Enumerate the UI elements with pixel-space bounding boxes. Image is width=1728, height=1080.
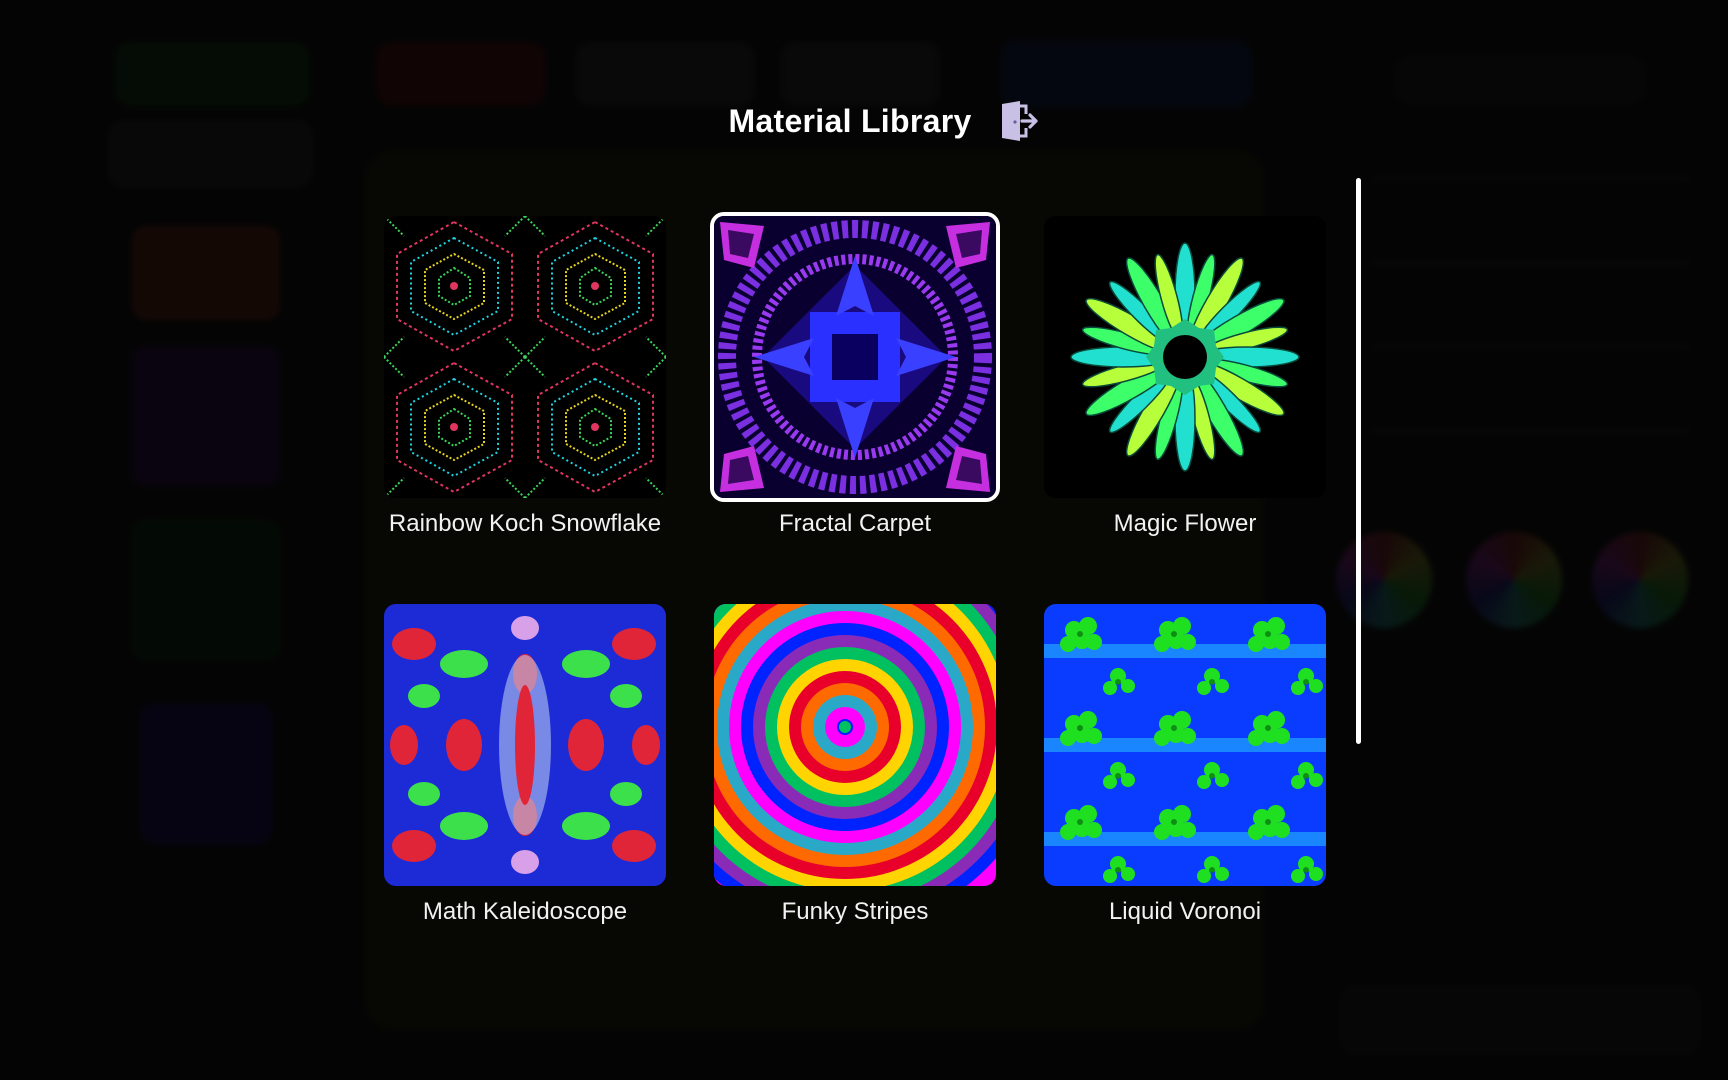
- material-name: Funky Stripes: [781, 898, 929, 925]
- material-grid: Rainbow Koch Snowflake Fractal Carpet Ma…: [384, 212, 1326, 926]
- material-card-math-kaleidoscope[interactable]: Math Kaleidoscope: [384, 604, 666, 926]
- material-name: Rainbow Koch Snowflake: [388, 510, 662, 537]
- material-card-rainbow-koch-snowflake[interactable]: Rainbow Koch Snowflake: [384, 216, 666, 538]
- stripe-center: [839, 721, 851, 733]
- material-name: Magic Flower: [1113, 510, 1257, 537]
- material-library-modal: Material Library Rainbow Koch Snowflake …: [0, 0, 1728, 1080]
- material-thumbnail[interactable]: [710, 212, 1000, 502]
- exit-door-icon[interactable]: [1000, 100, 1040, 142]
- material-thumbnail[interactable]: [384, 216, 666, 498]
- modal-title: Material Library: [728, 102, 972, 139]
- material-name: Liquid Voronoi: [1108, 898, 1262, 925]
- material-card-fractal-carpet[interactable]: Fractal Carpet: [710, 212, 1000, 538]
- material-card-magic-flower[interactable]: Magic Flower: [1044, 216, 1326, 538]
- modal-scrollbar[interactable]: [1356, 178, 1361, 744]
- material-name: Fractal Carpet: [778, 510, 932, 537]
- stripes-rings: [714, 604, 996, 886]
- material-card-funky-stripes[interactable]: Funky Stripes: [714, 604, 996, 926]
- material-name: Math Kaleidoscope: [422, 898, 628, 925]
- material-thumbnail[interactable]: [714, 604, 996, 886]
- material-card-liquid-voronoi[interactable]: Liquid Voronoi: [1044, 604, 1326, 926]
- material-thumbnail[interactable]: [1044, 604, 1326, 886]
- material-thumbnail[interactable]: [1044, 216, 1326, 498]
- material-thumbnail[interactable]: [384, 604, 666, 886]
